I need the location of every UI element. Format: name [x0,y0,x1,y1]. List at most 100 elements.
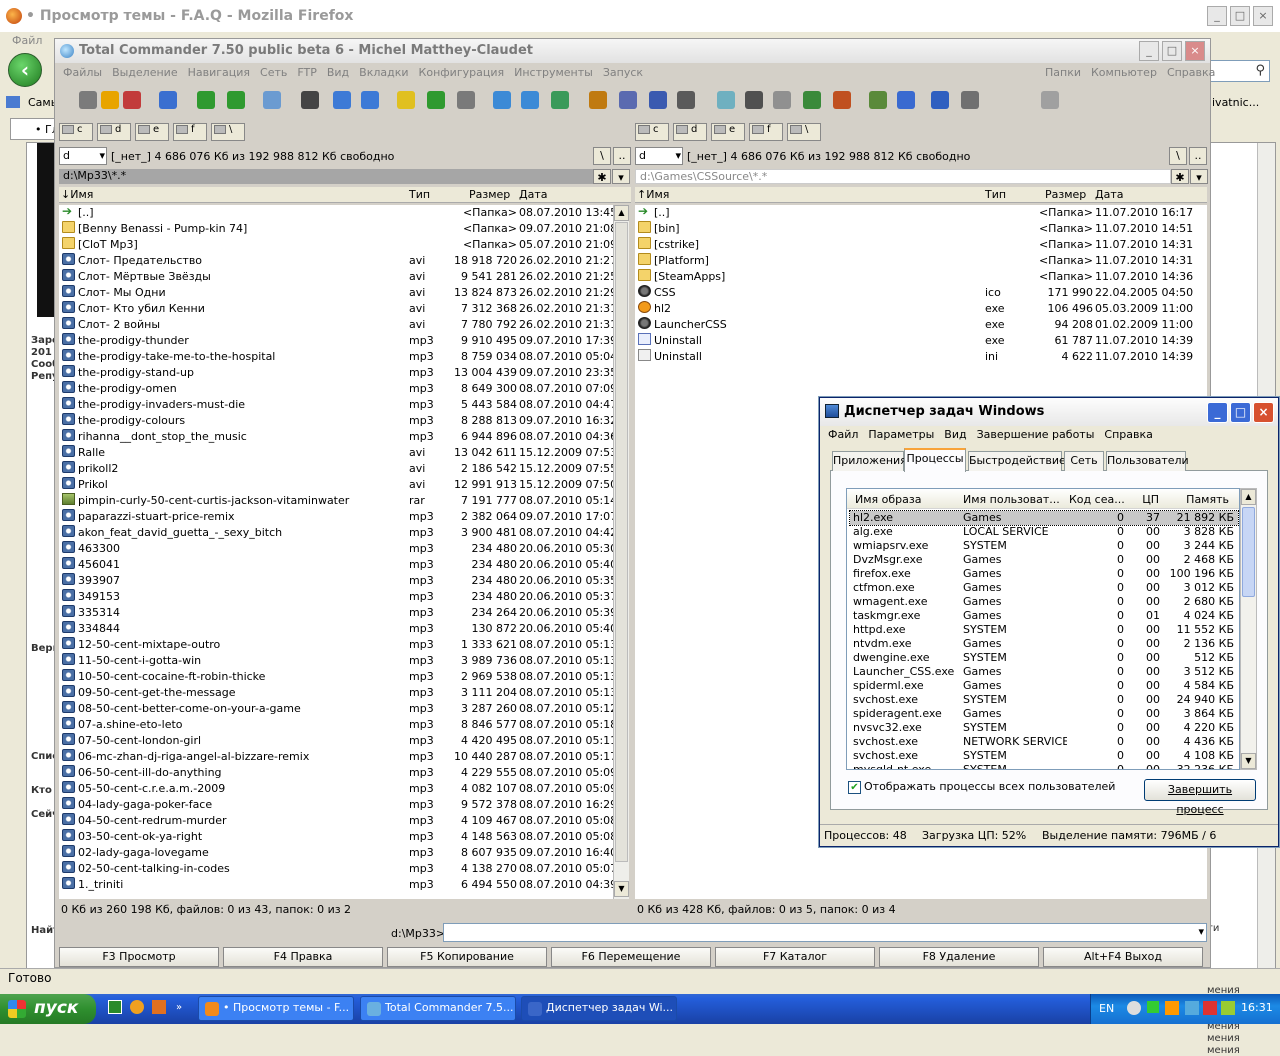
tc-menu-item[interactable]: Выделение [112,66,178,79]
file-row[interactable]: 06-mc-zhan-dj-riga-angel-al-bizzare-remi… [59,749,615,765]
tc-close-button[interactable]: × [1185,41,1205,61]
file-row[interactable]: pimpin-curly-50-cent-curtis-jackson-vita… [59,493,615,509]
file-row[interactable]: Uninstall ini 4 622 11.07.2010 14:39 [635,349,1207,365]
file-row[interactable]: 1._triniti mp3 6 494 550 08.07.2010 04:39 [59,877,615,893]
tm-tab[interactable]: Приложения [832,451,907,471]
right-filter-button[interactable]: ✱ [1171,169,1189,184]
drive-button[interactable]: \ [211,123,245,141]
toolbar-button-icon[interactable] [197,91,215,109]
tc-menu-item[interactable]: Вид [327,66,349,79]
toolbar-button-icon[interactable] [159,91,177,109]
left-col-type[interactable]: Тип [409,188,430,201]
function-key-button[interactable]: F5 Копирование [387,947,547,967]
toolbar-button-icon[interactable] [803,91,821,109]
file-row[interactable]: the-prodigy-take-me-to-the-hospital mp3 8 … [59,349,615,365]
tc-menu-item[interactable]: Конфигурация [419,66,505,79]
toolbar-button-icon[interactable] [227,91,245,109]
tc-menu-item[interactable]: Навигация [188,66,250,79]
ff-close-button[interactable]: × [1253,6,1273,26]
left-filter-button[interactable]: ✱ [593,169,611,184]
tm-tab[interactable]: Процессы [904,448,966,472]
tray-icon[interactable] [1203,1001,1217,1015]
right-col-name[interactable]: ↑Имя [637,188,669,201]
file-row[interactable]: 02-lady-gaga-lovegame mp3 8 607 935 09.07.2… [59,845,615,861]
left-scroll-thumb[interactable] [615,222,628,862]
quicklaunch-icon[interactable] [108,1000,122,1014]
toolbar-button-icon[interactable] [301,91,319,109]
toolbar-button-icon[interactable] [745,91,763,109]
tray-icon[interactable] [1165,1001,1179,1015]
process-column-header[interactable]: Память [1165,493,1229,506]
file-row[interactable]: [bin] <Папка> 11.07.2010 14:51 [635,221,1207,237]
file-row[interactable]: rihanna__dont_stop_the_music mp3 6 944 896… [59,429,615,445]
function-key-button[interactable]: F7 Каталог [715,947,875,967]
process-row[interactable]: httpd.exe SYSTEM 0 00 11 552 КБ [850,623,1238,637]
ff-tab[interactable]: • Гл [10,118,60,140]
file-row[interactable]: the-prodigy-invaders-must-die mp3 5 443 58… [59,397,615,413]
left-scrollbar[interactable]: ▲ ▼ [613,205,629,899]
file-row[interactable]: 334844 mp3 130 872 20.06.2010 05:40 [59,621,615,637]
clock[interactable]: 16:31 [1241,1001,1273,1014]
toolbar-button-icon[interactable] [649,91,667,109]
file-row[interactable]: ➔ [..] <Папка> 11.07.2010 16:17 [635,205,1207,221]
ff-maximize-button[interactable]: □ [1230,6,1250,26]
right-col-date[interactable]: Дата [1095,188,1123,201]
file-row[interactable]: LauncherCSS exe 94 208 01.02.2009 11:00 [635,317,1207,333]
file-row[interactable]: 06-50-cent-ill-do-anything mp3 4 229 555 08… [59,765,615,781]
file-row[interactable]: hl2 exe 106 496 05.03.2009 11:00 [635,301,1207,317]
drive-button[interactable]: c [59,123,93,141]
toolbar-button-icon[interactable] [79,91,97,109]
tm-close-button[interactable]: × [1253,402,1274,423]
process-row[interactable]: svchost.exe SYSTEM 0 00 24 940 КБ [850,693,1238,707]
tm-menu-item[interactable]: Вид [944,428,966,441]
file-row[interactable]: 03-50-cent-ok-ya-right mp3 4 148 563 08.07.… [59,829,615,845]
drive-button[interactable]: c [635,123,669,141]
toolbar-button-icon[interactable] [773,91,791,109]
toolbar-button-icon[interactable] [361,91,379,109]
file-row[interactable]: [cstrike] <Папка> 11.07.2010 14:31 [635,237,1207,253]
tm-menu-item[interactable]: Параметры [868,428,934,441]
process-row[interactable]: spideragent.exe Games 0 00 3 864 КБ [850,707,1238,721]
file-row[interactable]: akon_feat_david_guetta_-_sexy_bitch mp3 3 … [59,525,615,541]
file-row[interactable]: prikoll2 avi 2 186 542 15.12.2009 07:55 [59,461,615,477]
tray-icon[interactable] [1127,1001,1141,1015]
right-col-type[interactable]: Тип [985,188,1006,201]
left-file-list[interactable]: ➔ [..] <Папка> 08.07.2010 13:45 [Benny Benas… [59,205,615,899]
file-row[interactable]: 463300 mp3 234 480 20.06.2010 05:30 [59,541,615,557]
left-parent-button[interactable]: .. [613,147,631,165]
function-key-button[interactable]: Alt+F4 Выход [1043,947,1203,967]
file-row[interactable]: 456041 mp3 234 480 20.06.2010 05:40 [59,557,615,573]
process-row[interactable]: svchost.exe SYSTEM 0 00 4 108 КБ [850,749,1238,763]
process-row[interactable]: nvsvc32.exe SYSTEM 0 00 4 220 КБ [850,721,1238,735]
drive-button[interactable]: \ [787,123,821,141]
taskbar-window-button[interactable]: • Просмотр темы - F... [198,996,354,1021]
file-row[interactable]: 12-50-cent-mixtape-outro mp3 1 333 621 08.0… [59,637,615,653]
file-row[interactable]: 08-50-cent-better-come-on-your-a-game mp3… [59,701,615,717]
left-path-bar[interactable]: d:\Mp33\*.* [59,169,595,184]
toolbar-button-icon[interactable] [961,91,979,109]
process-row[interactable]: wmagent.exe Games 0 00 2 680 КБ [850,595,1238,609]
left-drive-select[interactable]: d ▾ [59,147,107,165]
toolbar-button-icon[interactable] [397,91,415,109]
file-row[interactable]: 07-50-cent-london-girl mp3 4 420 495 08.07.… [59,733,615,749]
file-row[interactable]: 04-lady-gaga-poker-face mp3 9 572 378 08.07… [59,797,615,813]
process-column-header[interactable]: Код сеа... [1069,493,1125,506]
function-key-button[interactable]: F8 Удаление [879,947,1039,967]
file-row[interactable]: [Benny Benassi - Pump-kin 74] <Папка> 09.0… [59,221,615,237]
toolbar-button-icon[interactable] [717,91,735,109]
right-path-bar[interactable]: d:\Games\CSSource\*.* [635,169,1171,184]
file-row[interactable]: paparazzi-stuart-price-remix mp3 2 382 064… [59,509,615,525]
file-row[interactable]: Слот- Мёртвые Звёзды avi 9 541 281 26.02.20… [59,269,615,285]
taskbar-window-button[interactable]: Total Commander 7.5... [360,996,516,1021]
process-list[interactable]: Имя образа Имя пользоват... Код сеа... ЦП Па… [846,488,1240,770]
toolbar-button-icon[interactable] [833,91,851,109]
tm-tab[interactable]: Сеть [1064,451,1104,471]
show-all-users-label[interactable]: Отображать процессы всех пользователей [864,780,1115,793]
file-row[interactable]: CSS ico 171 990 22.04.2005 04:50 [635,285,1207,301]
drive-button[interactable]: d [673,123,707,141]
toolbar-button-icon[interactable] [457,91,475,109]
left-history-button[interactable]: ▾ [612,169,630,184]
tm-menu-item[interactable]: Справка [1104,428,1152,441]
file-row[interactable]: the-prodigy-stand-up mp3 13 004 439 09.07.2… [59,365,615,381]
file-row[interactable]: Слот- Мы Одни avi 13 824 873 26.02.2010 21:… [59,285,615,301]
